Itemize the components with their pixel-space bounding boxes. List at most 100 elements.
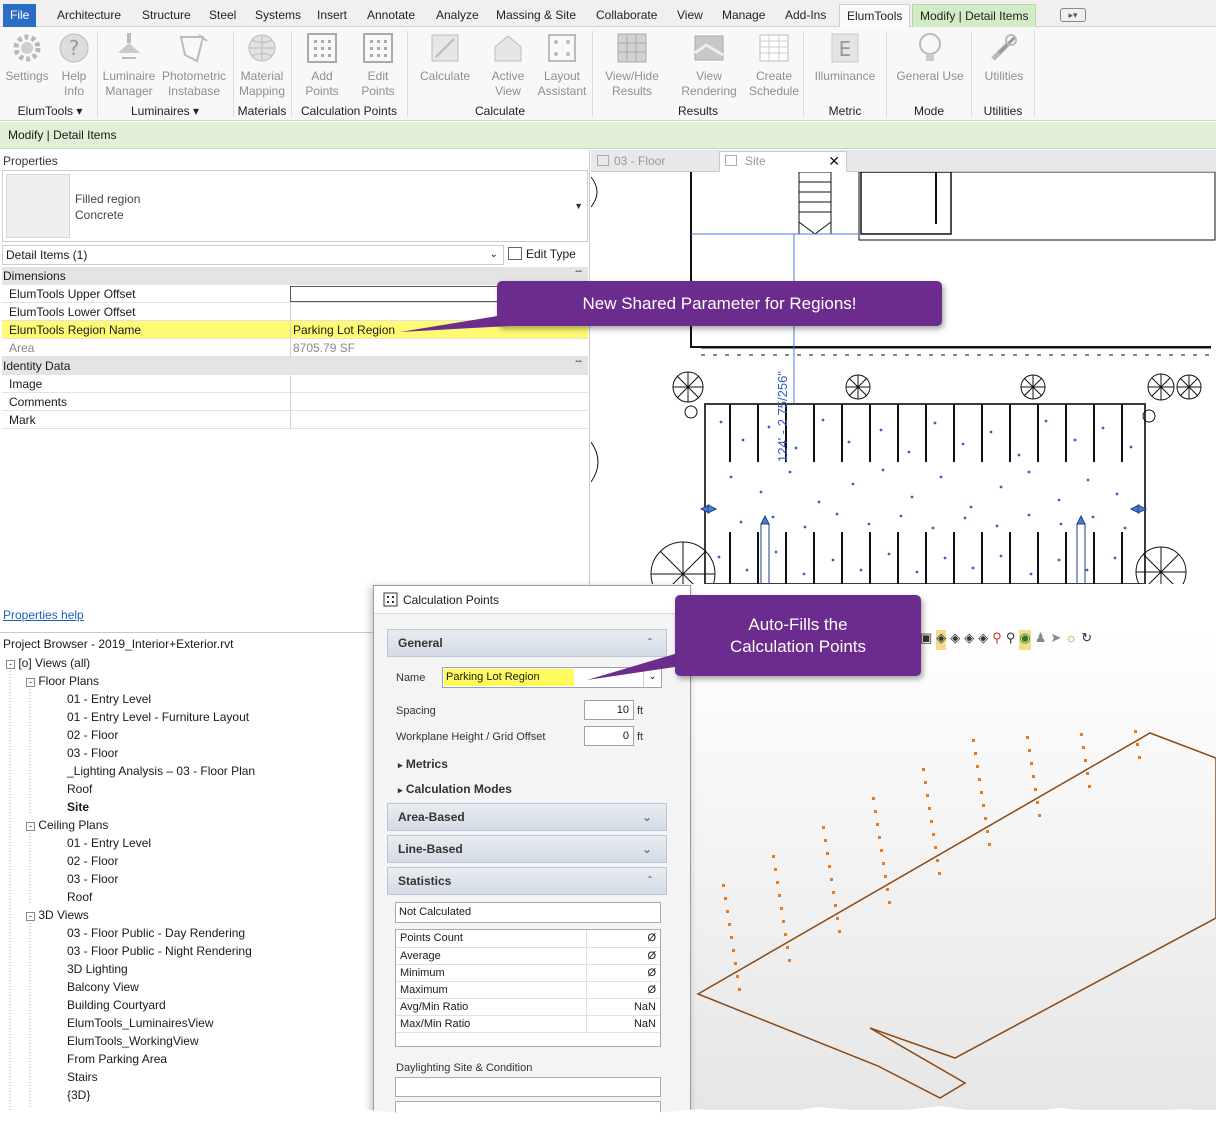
tab-modify-detail-items[interactable]: Modify | Detail Items — [912, 4, 1037, 27]
section-area-based[interactable]: Area-Based ⌄ — [387, 803, 667, 831]
tree-item-active[interactable]: Site — [67, 798, 89, 816]
tab-systems[interactable]: Systems — [248, 4, 308, 27]
tab-view-03-floor[interactable]: 03 - Floor — [593, 152, 713, 172]
metrics-expander[interactable]: ▸ Metrics — [398, 757, 448, 771]
panel-toggle-icon[interactable]: ▸▾ — [1060, 8, 1086, 22]
general-use-button[interactable]: General Use — [894, 31, 966, 84]
photometric-instabase-button[interactable]: Photometric Instabase — [158, 31, 230, 99]
settings-button[interactable]: Settings — [4, 31, 50, 84]
tree-3d-views[interactable]: - 3D Views — [26, 906, 89, 924]
rendering-icon — [694, 35, 724, 61]
collapse-icon[interactable]: - — [26, 912, 35, 921]
view-cube-icon[interactable]: ◈ — [964, 630, 974, 650]
tab-manage[interactable]: Manage — [715, 4, 772, 27]
view-hide-results-button[interactable]: View/Hide Results — [598, 31, 666, 99]
tree-item[interactable]: 03 - Floor — [67, 744, 118, 762]
walk-icon[interactable]: ♟ — [1035, 630, 1047, 650]
tree-item[interactable]: 01 - Entry Level — [67, 690, 151, 708]
material-mapping-button[interactable]: Material Mapping — [236, 31, 288, 99]
comments-field[interactable] — [290, 393, 576, 411]
dropdown-arrow-icon[interactable]: ▼ — [574, 201, 583, 211]
calc-point — [1032, 775, 1035, 778]
view-rendering-button[interactable]: View Rendering — [676, 31, 742, 99]
luminaire-manager-button[interactable]: Luminaire Manager — [100, 31, 158, 99]
panel-label-elumtools[interactable]: ElumTools ▾ — [4, 104, 96, 118]
tree-item[interactable]: Roof — [67, 888, 92, 906]
help-info-button[interactable]: ? Help Info — [52, 31, 96, 99]
spacing-input[interactable]: 10 — [584, 700, 634, 720]
zoom-icon[interactable]: ⚲ — [992, 630, 1002, 650]
tab-add-ins[interactable]: Add-Ins — [778, 4, 833, 27]
image-field[interactable] — [290, 375, 576, 393]
tree-item[interactable]: ElumTools_LuminairesView — [67, 1014, 214, 1032]
add-points-button[interactable]: Add Points — [296, 31, 348, 99]
view-cube-icon[interactable]: ▣ — [920, 630, 932, 650]
daylighting-field[interactable] — [395, 1077, 661, 1097]
section-line-based[interactable]: Line-Based ⌄ — [387, 835, 667, 863]
tab-file[interactable]: File — [3, 4, 37, 27]
tree-item[interactable]: Roof — [67, 780, 92, 798]
tree-item[interactable]: 01 - Entry Level — [67, 834, 151, 852]
tree-item[interactable]: Stairs — [67, 1068, 98, 1086]
close-icon[interactable]: ✕ — [828, 152, 840, 171]
panel-label-luminaires[interactable]: Luminaires ▾ — [100, 104, 230, 118]
collapse-icon[interactable]: - — [6, 660, 15, 669]
calc-modes-expander[interactable]: ▸ Calculation Modes — [398, 782, 512, 796]
calculation-status: Not Calculated — [395, 902, 661, 923]
tab-annotate[interactable]: Annotate — [360, 4, 422, 27]
tree-ceiling-plans[interactable]: - Ceiling Plans — [26, 816, 108, 834]
collapse-icon[interactable]: ˆˆ — [575, 357, 582, 375]
tab-structure[interactable]: Structure — [135, 4, 198, 27]
globe-icon[interactable]: ◉ — [1019, 630, 1031, 650]
3d-view[interactable]: ▣ ◈ ◈ ◈ ◈ ⚲ ⚲ ◉ ♟ ➤ ☼ ↻ — [690, 628, 1216, 1110]
view-cube-icon[interactable]: ◈ — [950, 630, 960, 650]
edit-type-button[interactable]: Edit Type — [508, 244, 586, 266]
orbit-icon[interactable]: ↻ — [1081, 630, 1092, 650]
tab-insert[interactable]: Insert — [310, 4, 354, 27]
tree-item[interactable]: From Parking Area — [67, 1050, 167, 1068]
type-selector[interactable]: Filled region Concrete ▼ — [2, 170, 588, 242]
view-cube-icon[interactable]: ◈ — [978, 630, 988, 650]
mark-field[interactable] — [290, 411, 576, 429]
tree-item[interactable]: ElumTools_WorkingView — [67, 1032, 199, 1050]
tree-item[interactable]: 03 - Floor — [67, 870, 118, 888]
tree-item[interactable]: _Lighting Analysis – 03 - Floor Plan — [67, 762, 255, 780]
look-icon[interactable]: ☼ — [1065, 630, 1077, 650]
group-identity-data[interactable]: Identity Data ˆˆ — [2, 357, 588, 375]
fly-icon[interactable]: ➤ — [1050, 630, 1061, 650]
instance-filter-select[interactable]: Detail Items (1) ⌄ — [2, 245, 504, 265]
zoom-fit-icon[interactable]: ⚲ — [1006, 630, 1016, 650]
view-cube-icon[interactable]: ◈ — [936, 630, 947, 650]
workplane-input[interactable]: 0 — [584, 726, 634, 746]
calculate-button[interactable]: Calculate — [414, 31, 476, 84]
tab-architecture[interactable]: Architecture — [50, 4, 128, 27]
edit-points-button[interactable]: Edit Points — [352, 31, 404, 99]
collapse-icon[interactable]: - — [26, 678, 35, 687]
tab-view-site[interactable]: Site ✕ — [719, 151, 847, 172]
utilities-button[interactable]: Utilities — [976, 31, 1032, 84]
tree-item[interactable]: Building Courtyard — [67, 996, 166, 1014]
layout-assistant-button[interactable]: Layout Assistant — [534, 31, 590, 99]
tree-item[interactable]: 01 - Entry Level - Furniture Layout — [67, 708, 249, 726]
illuminance-button[interactable]: E Illuminance — [808, 31, 882, 84]
tree-item[interactable]: 02 - Floor — [67, 726, 118, 744]
tab-steel[interactable]: Steel — [202, 4, 243, 27]
tab-massing-site[interactable]: Massing & Site — [489, 4, 583, 27]
tree-item[interactable]: Balcony View — [67, 978, 139, 996]
section-statistics[interactable]: Statistics ˆ — [387, 867, 667, 895]
create-schedule-button[interactable]: Create Schedule — [746, 31, 802, 99]
tree-root[interactable]: - [o] Views (all) — [6, 654, 90, 672]
tree-floor-plans[interactable]: - Floor Plans — [26, 672, 99, 690]
tree-item[interactable]: 03 - Floor Public - Day Rendering — [67, 924, 245, 942]
site-plan-view[interactable]: 124' - 2 75/256" — [591, 172, 1216, 584]
tab-elumtools[interactable]: ElumTools — [839, 4, 911, 27]
tab-view[interactable]: View — [670, 4, 710, 27]
active-view-button[interactable]: Active View — [482, 31, 534, 99]
tree-item[interactable]: 02 - Floor — [67, 852, 118, 870]
tab-collaborate[interactable]: Collaborate — [589, 4, 664, 27]
tree-item[interactable]: 3D Lighting — [67, 960, 128, 978]
tree-item[interactable]: 03 - Floor Public - Night Rendering — [67, 942, 252, 960]
tab-analyze[interactable]: Analyze — [429, 4, 486, 27]
properties-help-link[interactable]: Properties help — [3, 608, 84, 622]
collapse-icon[interactable]: - — [26, 822, 35, 831]
